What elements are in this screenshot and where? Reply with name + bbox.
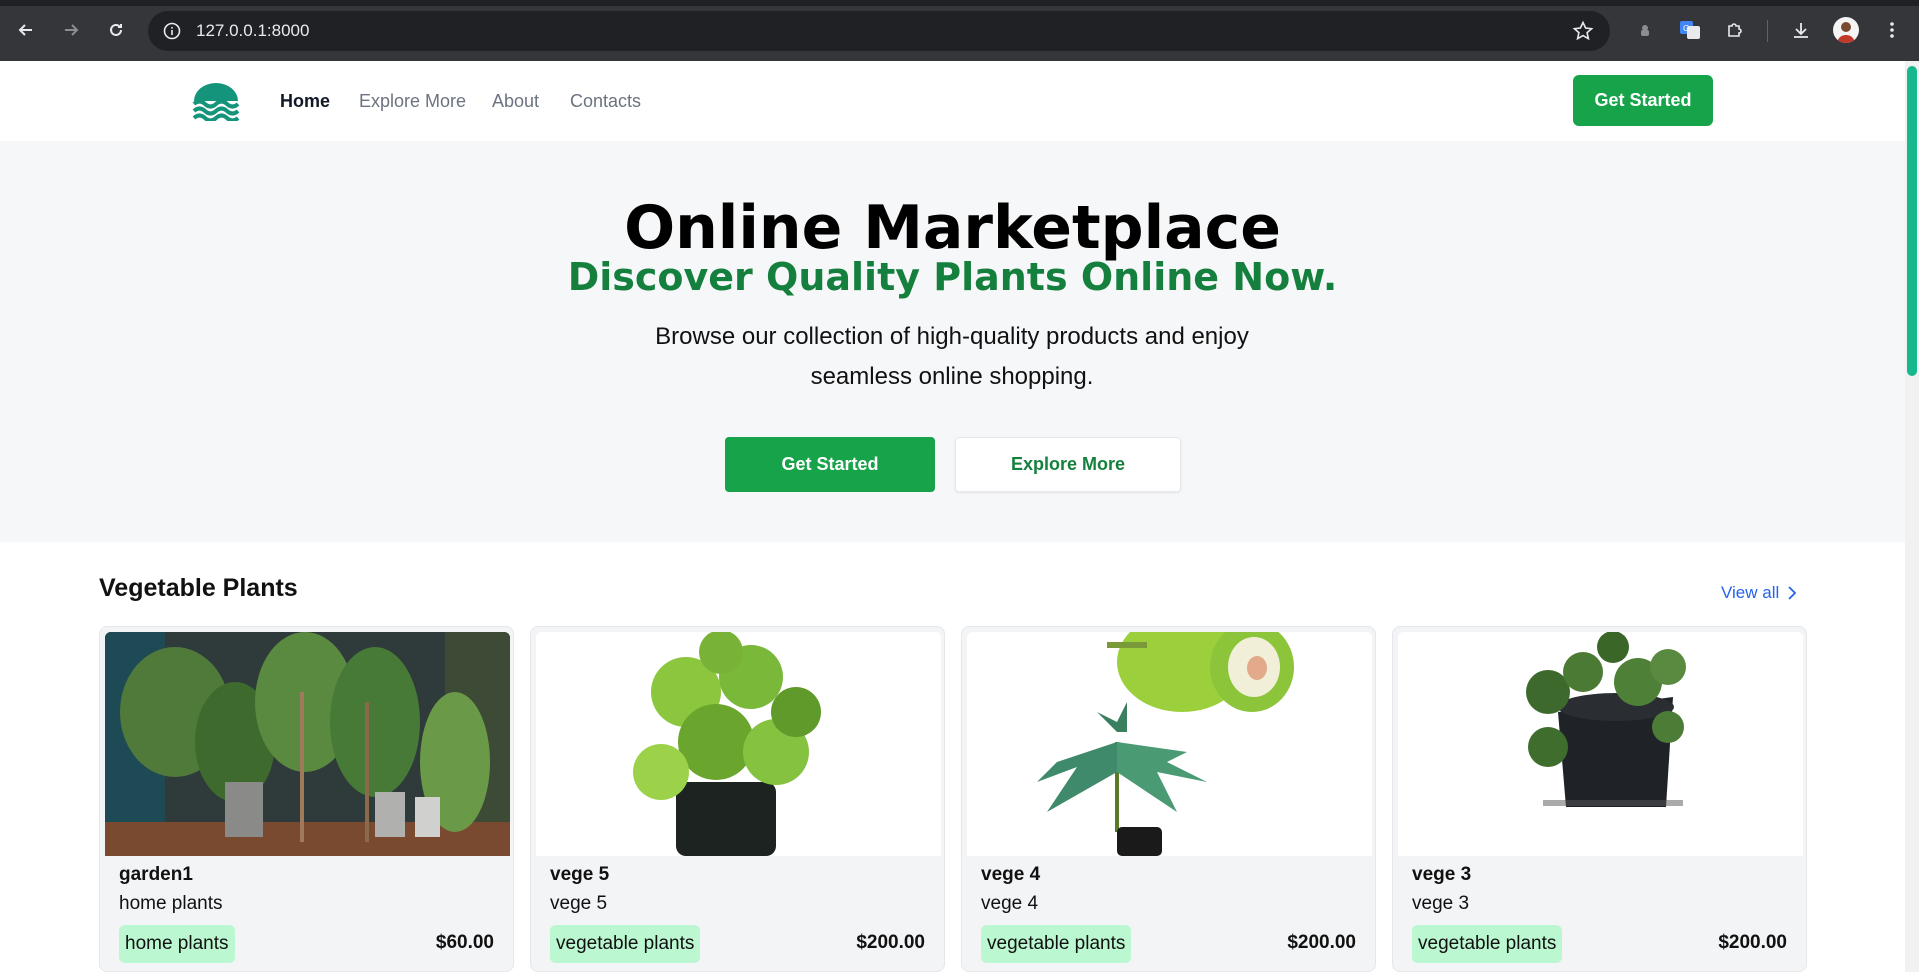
logo-waves-icon[interactable] bbox=[192, 81, 240, 123]
product-category-tag: vegetable plants bbox=[1412, 925, 1563, 963]
product-card[interactable]: vege 4 vege 4 vegetable plants $200.00 bbox=[961, 626, 1376, 972]
address-bar[interactable]: 127.0.0.1:8000 bbox=[148, 11, 1610, 51]
back-arrow-icon bbox=[18, 24, 32, 36]
product-category-tag: home plants bbox=[119, 925, 235, 963]
nav-link-explore-more[interactable]: Explore More bbox=[359, 91, 466, 112]
product-card[interactable]: vege 3 vege 3 vegetable plants $200.00 bbox=[1392, 626, 1807, 972]
nav-link-about[interactable]: About bbox=[492, 91, 539, 112]
reload-button[interactable] bbox=[100, 14, 132, 46]
product-price: $200.00 bbox=[1718, 932, 1787, 953]
header-get-started-button[interactable]: Get Started bbox=[1573, 75, 1713, 126]
section-title: Vegetable Plants bbox=[99, 574, 298, 602]
nav-link-home[interactable]: Home bbox=[280, 91, 330, 112]
nav-link-contacts[interactable]: Contacts bbox=[570, 91, 641, 112]
site-info-icon[interactable] bbox=[162, 21, 182, 46]
forward-button[interactable] bbox=[55, 14, 87, 46]
product-description: vege 4 bbox=[981, 893, 1039, 914]
view-all-link[interactable]: View all bbox=[1721, 583, 1797, 603]
product-image-vege-3[interactable] bbox=[1398, 632, 1803, 856]
product-name[interactable]: vege 5 bbox=[550, 864, 609, 886]
product-price: $60.00 bbox=[435, 932, 494, 953]
hero-description: Browse our collection of high-quality pr… bbox=[655, 323, 1249, 390]
product-image-garden1[interactable] bbox=[105, 632, 510, 856]
back-button[interactable] bbox=[10, 14, 42, 46]
extensions-puzzle-icon[interactable] bbox=[1719, 14, 1751, 46]
page-scrollbar-thumb[interactable] bbox=[1907, 66, 1917, 376]
product-description: vege 5 bbox=[550, 893, 608, 914]
hero-get-started-button[interactable]: Get Started bbox=[725, 437, 935, 492]
product-name[interactable]: vege 4 bbox=[981, 864, 1040, 886]
browser-toolbar: 127.0.0.1:8000 G bbox=[0, 0, 1919, 61]
download-icon[interactable] bbox=[1785, 14, 1817, 46]
bookmark-star-icon[interactable] bbox=[1572, 20, 1594, 47]
page: Home Explore More About Contacts Get Sta… bbox=[0, 61, 1905, 972]
product-description: home plants bbox=[119, 893, 223, 914]
url-text[interactable]: 127.0.0.1:8000 bbox=[196, 21, 309, 41]
reload-icon bbox=[110, 23, 122, 36]
product-card[interactable]: vege 5 vege 5 vegetable plants $200.00 bbox=[530, 626, 945, 972]
hero-section: Online Marketplace Discover Quality Plan… bbox=[0, 141, 1905, 542]
browser-tab-strip bbox=[0, 0, 1919, 6]
product-card[interactable]: garden1 home plants home plants $60.00 bbox=[99, 626, 514, 972]
chevron-right-icon bbox=[1788, 586, 1797, 600]
forward-arrow-icon bbox=[65, 24, 79, 36]
hero-title: Online Marketplace bbox=[624, 193, 1281, 263]
browser-menu-icon[interactable] bbox=[1876, 14, 1908, 46]
hero-subtitle: Discover Quality Plants Online Now. bbox=[567, 255, 1338, 299]
product-category-tag: vegetable plants bbox=[981, 925, 1132, 963]
product-price: $200.00 bbox=[1287, 932, 1356, 953]
product-description: vege 3 bbox=[1412, 893, 1470, 914]
extension-icon[interactable] bbox=[1629, 14, 1661, 46]
product-image-vege-4[interactable] bbox=[967, 632, 1372, 856]
toolbar-divider bbox=[1767, 20, 1768, 42]
svg-text:G: G bbox=[1683, 24, 1689, 33]
site-header: Home Explore More About Contacts Get Sta… bbox=[0, 61, 1905, 141]
hero-explore-more-button[interactable]: Explore More bbox=[955, 437, 1181, 492]
translate-extension-icon[interactable]: G bbox=[1674, 14, 1706, 46]
product-name[interactable]: vege 3 bbox=[1412, 864, 1471, 886]
product-image-vege-5[interactable] bbox=[536, 632, 941, 856]
product-price: $200.00 bbox=[856, 932, 925, 953]
product-category-tag: vegetable plants bbox=[550, 925, 701, 963]
profile-avatar[interactable] bbox=[1833, 17, 1859, 43]
product-name[interactable]: garden1 bbox=[119, 864, 193, 886]
view-all-label: View all bbox=[1721, 583, 1780, 602]
